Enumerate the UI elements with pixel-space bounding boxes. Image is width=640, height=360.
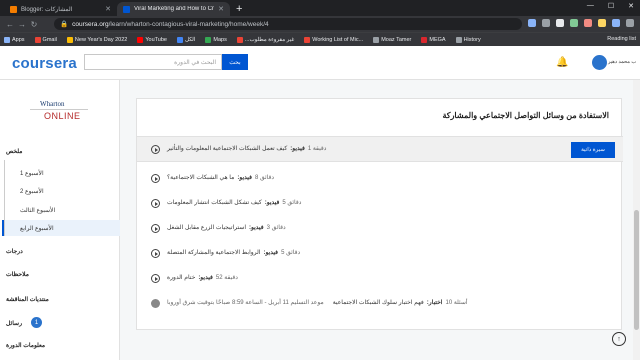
mega-icon (421, 36, 428, 43)
close-window-icon[interactable]: ✕ (628, 2, 634, 10)
scrollbar-thumb[interactable] (634, 210, 639, 330)
star-icon[interactable] (542, 19, 550, 27)
sidebar-item-week1[interactable]: الأسبوع 1 (20, 170, 44, 177)
extension-icon[interactable] (598, 19, 606, 27)
address-bar: ← → ↻ 🔒 coursera.org/learn/wharton-conta… (0, 16, 640, 32)
user-name[interactable]: ب محمد دهير (608, 59, 636, 65)
sidebar-item-grades[interactable]: درجات (6, 248, 23, 255)
sidebar-item-forums[interactable]: منتديات المناقشة (6, 296, 49, 303)
search-input[interactable]: البحث في الدورة (84, 54, 222, 70)
close-icon[interactable]: ✕ (218, 5, 224, 13)
bookmark-apps[interactable]: Apps (4, 36, 25, 43)
bookmark-youtube[interactable]: YouTube (137, 36, 167, 43)
bookmark-newyear[interactable]: New Year's Day 2022 (66, 36, 127, 43)
bookmark-all[interactable]: الكل (176, 36, 195, 43)
site-header: coursera البحث في الدورة بحث 🔔 ب محمد ده… (0, 46, 640, 80)
sidebar-item-overview[interactable]: ملخص (6, 148, 22, 155)
bookmark-icon (236, 36, 243, 43)
bookmark-icon (176, 36, 183, 43)
play-icon (151, 274, 160, 283)
messages-count-badge: 1 (31, 317, 42, 328)
play-icon (151, 145, 160, 154)
url-path: /learn/wharton-contagious-viral-marketin… (108, 20, 269, 28)
new-tab-button[interactable]: + (236, 2, 242, 16)
url-host: coursera.org (72, 20, 109, 28)
extensions (528, 19, 634, 27)
tab-blogger[interactable]: Blogger: المشاركات ✕ (4, 2, 117, 16)
history-icon (455, 36, 462, 43)
bookmark-maps[interactable]: Maps (205, 36, 227, 43)
wharton-logo-text: Wharton (40, 100, 65, 108)
bookmark-gmail[interactable]: Gmail (34, 36, 57, 43)
sidebar-item-week4[interactable]: الأسبوع الرابع (20, 225, 54, 232)
apps-icon (4, 36, 10, 43)
quiz-icon (151, 299, 160, 308)
sidebar-item-week2[interactable]: الأسبوع 2 (20, 188, 44, 195)
tab-coursera[interactable]: Viral Marketing and How to Craft... ✕ (117, 2, 230, 16)
wharton-online-text: ONLINE (44, 111, 81, 121)
extension-icon[interactable] (584, 19, 592, 27)
gmail-icon (34, 36, 41, 43)
play-icon (151, 249, 160, 258)
lesson-item[interactable]: دقيقة 1 فيديو: كيف تعمل الشبكات الاجتماعية… (137, 136, 623, 162)
bookmark-history[interactable]: History (455, 36, 481, 43)
sidebar-item-messages[interactable]: رسائل (6, 320, 22, 327)
url-field[interactable]: 🔒 coursera.org/learn/wharton-contagious-… (54, 18, 522, 30)
bookmark-unread[interactable]: ...غير مقروءة مطلوب (236, 36, 294, 43)
bookmark-moaz[interactable]: Moaz Tamer (373, 36, 411, 43)
menu-icon[interactable] (626, 19, 634, 27)
extension-icon[interactable] (570, 19, 578, 27)
lesson-item[interactable]: دقيقة 52 فيديو: ختام الدورة (137, 266, 623, 292)
translate-icon[interactable] (528, 19, 536, 27)
tab-title: Viral Marketing and How to Craft... (134, 6, 214, 12)
bookmark-working-list[interactable]: Working List of Mic... (304, 36, 363, 43)
reading-list[interactable]: Reading list (607, 36, 636, 42)
minimize-icon[interactable]: — (587, 2, 594, 10)
close-icon[interactable]: ✕ (105, 5, 111, 13)
course-sidebar (0, 80, 120, 360)
window-controls: — ☐ ✕ (587, 2, 634, 10)
bookmark-icon (66, 36, 73, 43)
blogger-icon (10, 5, 17, 13)
lesson-item[interactable]: أسئلة 10 اختبار: فهم اختبار سلوك الشبكات ا… (137, 291, 623, 317)
youtube-icon (137, 36, 144, 43)
bookmark-mega[interactable]: MEGA (421, 36, 446, 43)
scroll-top-button[interactable]: ↑ (612, 332, 626, 346)
sidebar-item-course-info[interactable]: معلومات الدورة (6, 342, 45, 349)
coursera-icon (123, 5, 130, 13)
bookmark-icon (373, 36, 380, 43)
divider (30, 109, 88, 110)
lesson-item[interactable]: دقائق 5 فيديو: الروابط الاجتماعية والمشارك… (137, 241, 623, 267)
lesson-item[interactable]: دقائق 8 فيديو: ما هي الشبكات الاجتماعية؟ (137, 166, 623, 192)
bookmarks-bar: Apps Gmail New Year's Day 2022 YouTube ا… (0, 32, 640, 46)
profile-icon[interactable] (612, 19, 620, 27)
lesson-item[interactable]: دقائق 5 فيديو: كيف تشكل الشبكات انتشار الم… (137, 191, 623, 217)
play-icon (151, 174, 160, 183)
coursera-logo[interactable]: coursera (12, 55, 77, 72)
back-icon[interactable]: ← (4, 20, 16, 29)
due-date: موعد التسليم 11 أبريل - الساعة 8:59 صباح… (167, 300, 324, 306)
bookmark-icon (304, 36, 311, 43)
lesson-card: الاستفادة من وسائل التواصل الاجتماعي وال… (136, 98, 623, 330)
lock-icon: 🔒 (60, 21, 69, 28)
sidebar-item-notes[interactable]: ملاحظات (6, 271, 29, 278)
avatar[interactable] (592, 55, 607, 70)
search-button[interactable]: بحث (222, 54, 248, 70)
maximize-icon[interactable]: ☐ (608, 2, 614, 10)
reload-icon[interactable]: ↻ (28, 20, 40, 29)
play-icon (151, 224, 160, 233)
week-connector (4, 160, 5, 236)
bell-icon[interactable]: 🔔 (556, 57, 568, 68)
sidebar-item-week3[interactable]: الأسبوع الثالث (20, 207, 55, 214)
maps-icon (205, 36, 212, 43)
resume-button[interactable]: سيرة ذاتية (571, 142, 615, 158)
lesson-item[interactable]: دقائق 3 فيديو: استراتيجيات الزرع مقابل الش… (137, 216, 623, 242)
extension-icon[interactable] (556, 19, 564, 27)
tab-title: Blogger: المشاركات (21, 6, 73, 13)
play-icon (151, 199, 160, 208)
forward-icon[interactable]: → (16, 20, 28, 29)
tab-bar: Blogger: المشاركات ✕ Viral Marketing and… (0, 0, 640, 16)
lesson-title: الاستفادة من وسائل التواصل الاجتماعي وال… (442, 111, 609, 120)
